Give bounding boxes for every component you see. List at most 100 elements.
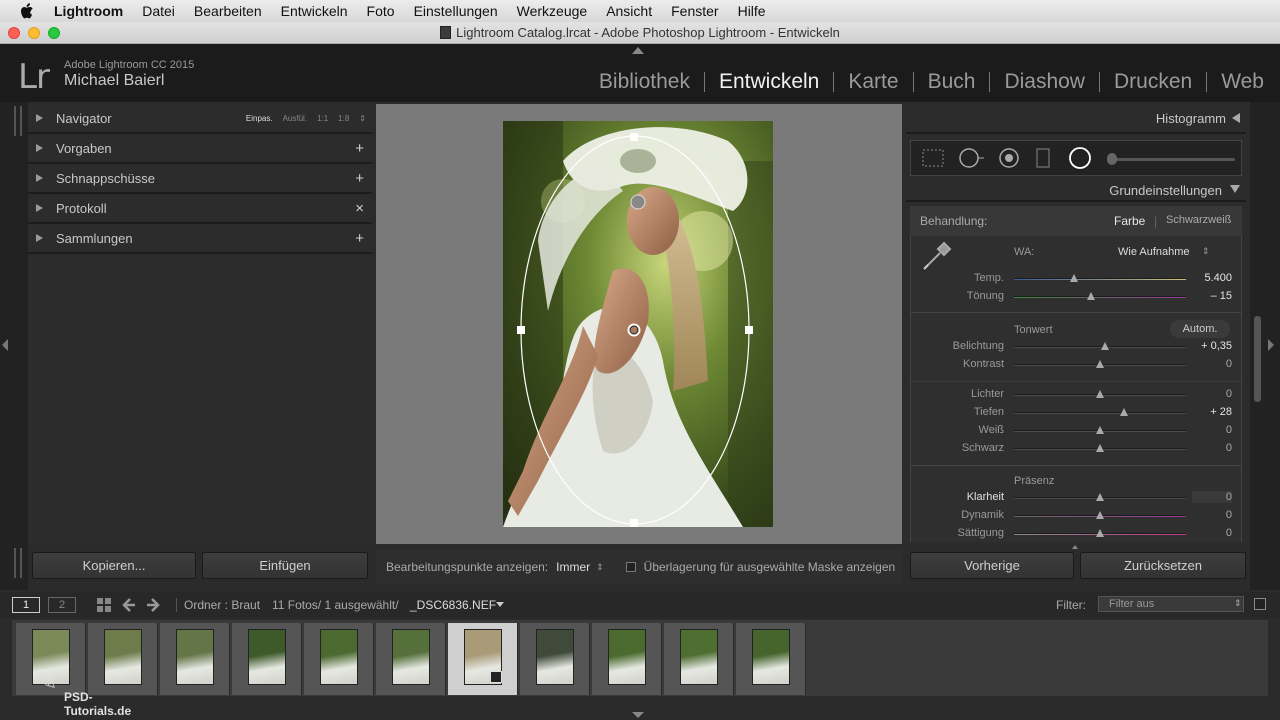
filter-select[interactable]: Filter aus — [1098, 596, 1244, 612]
copy-settings-button[interactable]: Kopieren... — [32, 552, 196, 579]
slider-value-belichtung[interactable]: + 0,35 — [1192, 340, 1232, 352]
zoom-1-8-option[interactable]: 1:8 — [338, 114, 349, 123]
menu-ansicht[interactable]: Ansicht — [606, 3, 652, 19]
minimize-window-button[interactable] — [28, 27, 40, 39]
slider-value-klarheit[interactable]: 0 — [1192, 491, 1232, 503]
right-panel-scrollbar[interactable] — [1254, 316, 1261, 402]
expand-arrow-icon[interactable] — [36, 204, 43, 212]
module-diashow[interactable]: Diashow — [990, 70, 1099, 94]
filename-dropdown-icon[interactable] — [496, 602, 504, 607]
clear-history-icon[interactable]: × — [355, 200, 364, 217]
filmstrip-thumbnail[interactable] — [592, 623, 662, 695]
slider-thumb-weiß[interactable] — [1096, 426, 1104, 434]
collapse-arrow-icon[interactable] — [1232, 113, 1240, 123]
menu-hilfe[interactable]: Hilfe — [738, 3, 766, 19]
apple-icon[interactable] — [20, 3, 34, 19]
back-arrow-icon[interactable] — [122, 597, 136, 613]
spot-removal-icon[interactable] — [957, 146, 987, 170]
left-panel-grip[interactable] — [14, 106, 22, 136]
menu-datei[interactable]: Datei — [142, 3, 175, 19]
snapshots-header[interactable]: Schnappschüsse + — [28, 164, 372, 194]
slider-track-tönung[interactable] — [1014, 296, 1186, 298]
module-karte[interactable]: Karte — [834, 70, 912, 94]
filmstrip-thumbnail[interactable] — [736, 623, 806, 695]
crop-tool-icon[interactable] — [921, 148, 945, 168]
filmstrip-thumbnail[interactable] — [304, 623, 374, 695]
collapse-left-panel-icon[interactable] — [2, 339, 8, 351]
history-header[interactable]: Protokoll × — [28, 194, 372, 224]
module-bibliothek[interactable]: Bibliothek — [585, 70, 704, 94]
slider-value-tönung[interactable]: – 15 — [1192, 290, 1232, 302]
paste-settings-button[interactable]: Einfügen — [202, 552, 368, 579]
slider-value-temp[interactable]: 5.400 — [1192, 272, 1232, 284]
left-panel-grip-bottom[interactable] — [14, 548, 22, 578]
add-snapshot-icon[interactable]: + — [355, 170, 364, 187]
slider-thumb-schwarz[interactable] — [1096, 444, 1104, 452]
source-folder[interactable]: Ordner : Braut — [184, 598, 260, 612]
slider-thumb-dynamik[interactable] — [1096, 511, 1104, 519]
wb-select[interactable]: Wie Aufnahme — [1118, 246, 1190, 258]
menu-entwickeln[interactable]: Entwickeln — [281, 3, 348, 19]
overlay-mask-checkbox[interactable] — [625, 562, 636, 572]
zoom-fit-option[interactable]: Einpas. — [246, 114, 273, 123]
slider-thumb-kontrast[interactable] — [1096, 360, 1104, 368]
slider-thumb-klarheit[interactable] — [1096, 493, 1104, 501]
module-web[interactable]: Web — [1207, 70, 1264, 94]
grid-view-icon[interactable] — [96, 597, 112, 613]
reset-button[interactable]: Zurücksetzen — [1080, 552, 1246, 579]
slider-value-lichter[interactable]: 0 — [1192, 388, 1232, 400]
basic-header[interactable]: Grundeinstellungen — [906, 180, 1246, 202]
zoom-1-1-option[interactable]: 1:1 — [317, 114, 328, 123]
slider-value-sättigung[interactable]: 0 — [1192, 527, 1232, 539]
menu-fenster[interactable]: Fenster — [671, 3, 718, 19]
slider-value-kontrast[interactable]: 0 — [1192, 358, 1232, 370]
treatment-bw-option[interactable]: Schwarzweiß — [1166, 214, 1231, 226]
expand-arrow-icon[interactable] — [36, 234, 43, 242]
filmstrip-thumbnail[interactable] — [664, 623, 734, 695]
filmstrip-thumbnail[interactable] — [160, 623, 230, 695]
slider-thumb-belichtung[interactable] — [1101, 342, 1110, 350]
collapse-right-panel-icon[interactable] — [1268, 339, 1274, 351]
wb-stepper-icon[interactable]: ⇕ — [1202, 246, 1210, 257]
filmstrip-thumbnail[interactable] — [232, 623, 302, 695]
brush-icon[interactable] — [1107, 153, 1117, 165]
wb-eyedropper-icon[interactable] — [920, 239, 954, 273]
slider-track-temp[interactable] — [1014, 278, 1186, 280]
brush-slider-track[interactable] — [1111, 158, 1235, 161]
select-stepper-icon[interactable]: ⇕ — [596, 562, 604, 573]
add-collection-icon[interactable]: + — [355, 230, 364, 247]
slider-track-tiefen[interactable] — [1014, 412, 1186, 414]
filmstrip-thumbnail[interactable] — [448, 623, 518, 695]
slider-value-weiß[interactable]: 0 — [1192, 424, 1232, 436]
previous-settings-button[interactable]: Vorherige — [910, 552, 1074, 579]
graduated-filter-icon[interactable] — [1033, 146, 1053, 170]
zoom-stepper-icon[interactable]: ⇕ — [359, 114, 366, 123]
expand-arrow-icon[interactable] — [36, 144, 43, 152]
slider-thumb-lichter[interactable] — [1096, 390, 1104, 398]
red-eye-icon[interactable] — [997, 146, 1021, 170]
menu-bearbeiten[interactable]: Bearbeiten — [194, 3, 262, 19]
module-drucken[interactable]: Drucken — [1100, 70, 1206, 94]
module-buch[interactable]: Buch — [914, 70, 990, 94]
collapse-top-panel-icon[interactable] — [632, 47, 644, 54]
slider-value-dynamik[interactable]: 0 — [1192, 509, 1232, 521]
slider-value-schwarz[interactable]: 0 — [1192, 442, 1232, 454]
navigator-header[interactable]: Navigator Einpas. Ausfül. 1:1 1:8 ⇕ — [28, 104, 372, 134]
zoom-fill-option[interactable]: Ausfül. — [283, 114, 307, 123]
menu-einstellungen[interactable]: Einstellungen — [414, 3, 498, 19]
filter-stepper-icon[interactable]: ⇕ — [1234, 598, 1242, 609]
show-edit-pins-select[interactable]: Immer — [556, 560, 590, 574]
histogram-header[interactable]: Histogramm — [906, 104, 1246, 134]
zoom-window-button[interactable] — [48, 27, 60, 39]
collapse-arrow-icon[interactable] — [1230, 185, 1240, 193]
filmstrip-thumbnail[interactable] — [376, 623, 446, 695]
auto-tone-button[interactable]: Autom. — [1170, 320, 1230, 338]
filter-lock-icon[interactable] — [1254, 598, 1266, 610]
module-entwickeln[interactable]: Entwickeln — [705, 70, 833, 94]
slider-value-tiefen[interactable]: + 28 — [1192, 406, 1232, 418]
collapse-filmstrip-icon[interactable] — [632, 712, 644, 718]
radial-filter-icon[interactable] — [1067, 145, 1093, 171]
radial-filter-overlay[interactable] — [503, 121, 773, 527]
add-preset-icon[interactable]: + — [355, 140, 364, 157]
treatment-color-option[interactable]: Farbe — [1114, 214, 1145, 228]
